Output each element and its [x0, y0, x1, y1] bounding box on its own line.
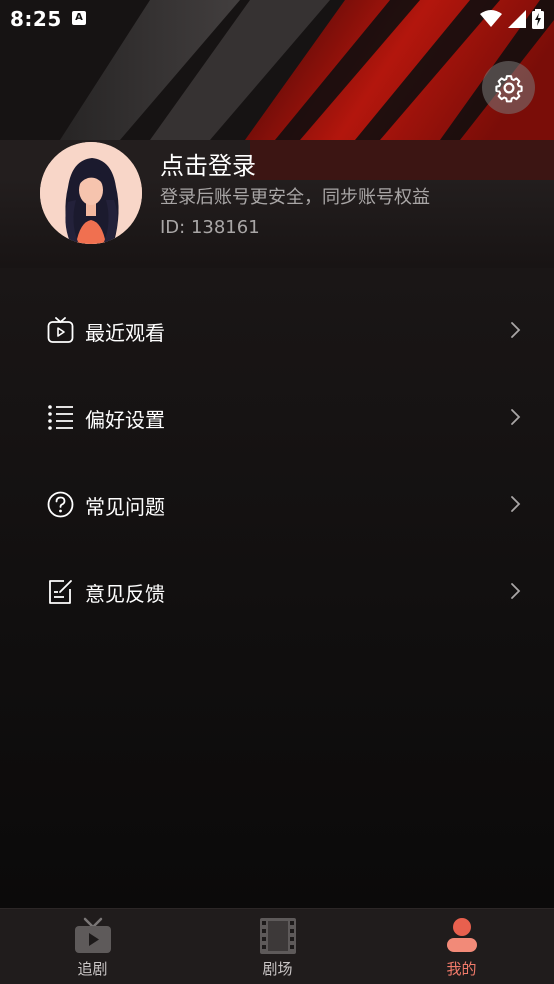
bottom-nav: 追剧 剧场 我的 — [0, 908, 554, 984]
wifi-icon — [480, 10, 502, 27]
signal-icon — [508, 10, 526, 28]
question-circle-icon — [47, 491, 74, 518]
avatar-woman-icon — [40, 142, 142, 244]
user-id: ID: 138161 — [160, 217, 260, 238]
battery-charging-icon — [532, 9, 544, 29]
tab-mine[interactable]: 我的 — [369, 909, 554, 984]
person-icon — [446, 918, 477, 952]
menu-item-faq[interactable]: 常见问题 — [0, 474, 554, 534]
tab-label: 剧场 — [262, 960, 293, 978]
settings-button[interactable] — [482, 61, 535, 114]
tab-label: 追剧 — [77, 960, 108, 978]
tv-icon — [74, 917, 111, 953]
login-subtitle: 登录后账号更安全，同步账号权益 — [160, 187, 430, 208]
status-time: 8:25 — [10, 7, 62, 31]
menu-item-label: 偏好设置 — [85, 408, 165, 432]
menu-item-recently-watched[interactable]: 最近观看 — [0, 300, 554, 360]
tab-follow[interactable]: 追剧 — [0, 909, 185, 984]
avatar[interactable] — [40, 142, 142, 244]
chevron-right-icon — [511, 409, 521, 425]
tab-label: 我的 — [446, 960, 477, 978]
menu-item-label: 常见问题 — [85, 495, 165, 519]
edit-note-icon — [49, 580, 72, 604]
tab-theater[interactable]: 剧场 — [185, 909, 370, 984]
film-icon — [259, 918, 296, 954]
chevron-right-icon — [511, 496, 521, 512]
list-icon — [48, 405, 73, 430]
gear-icon — [494, 74, 523, 102]
menu-item-feedback[interactable]: 意见反馈 — [0, 561, 554, 621]
login-title[interactable]: 点击登录 — [160, 146, 256, 181]
menu-item-preferences[interactable]: 偏好设置 — [0, 387, 554, 447]
chevron-right-icon — [511, 583, 521, 599]
chevron-right-icon — [511, 322, 521, 338]
menu-item-label: 意见反馈 — [85, 582, 165, 606]
menu-list: 最近观看 偏好设置 常见问题 意见反馈 — [0, 268, 554, 908]
tv-play-icon — [47, 317, 74, 343]
status-icons — [480, 9, 544, 29]
status-bar: 8:25 A — [0, 0, 554, 40]
a-badge-icon: A — [72, 11, 86, 25]
menu-item-label: 最近观看 — [85, 321, 165, 345]
